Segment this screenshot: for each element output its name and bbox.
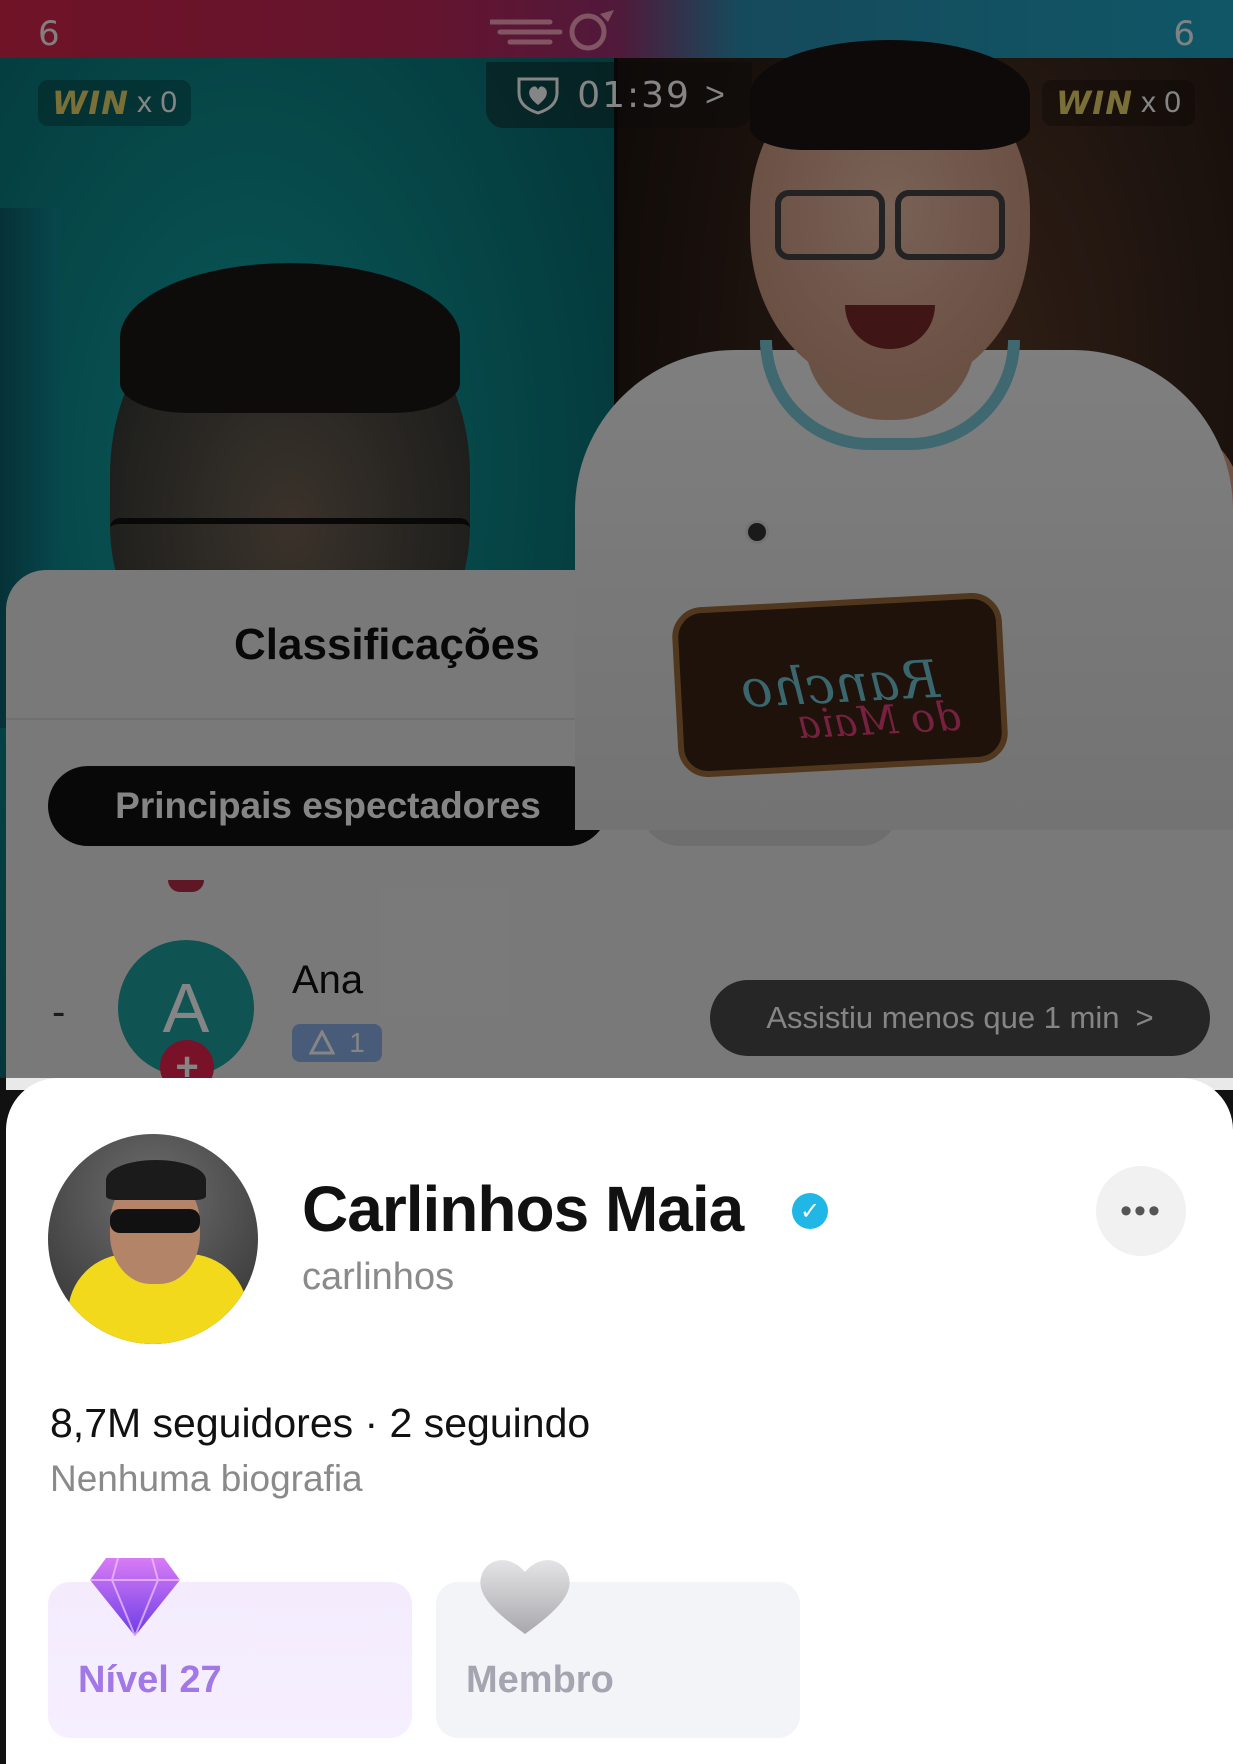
avatar[interactable] [48, 1134, 258, 1344]
heart-shield-icon [517, 77, 559, 115]
presenter-glasses-left [775, 190, 885, 260]
profile-handle: carlinhos [302, 1256, 455, 1298]
heart-icon [480, 1560, 570, 1634]
win-count-left: x 0 [136, 86, 178, 119]
level-label: Nível 27 [78, 1659, 222, 1701]
profile-bio: Nenhuma biografia [50, 1458, 363, 1499]
more-options-button[interactable]: ••• [1096, 1166, 1186, 1256]
presenter-hair [750, 40, 1030, 150]
verified-icon: ✓ [792, 1193, 828, 1229]
triangle-icon [309, 1030, 336, 1055]
tab-top-viewers[interactable]: Principais espectadores [48, 766, 608, 846]
rankings-title: Classificações [234, 620, 540, 669]
watch-time-text: Assistiu menos que 1 min [766, 1000, 1120, 1035]
win-word: WIN [52, 84, 129, 122]
level-card[interactable]: Nível 27 [48, 1557, 412, 1738]
shirt-logo-sub: do Maia [795, 693, 963, 749]
presenter-glasses-right [895, 190, 1005, 260]
win-badge-left: WIN x 0 [38, 80, 192, 126]
shirt-logo: Rancho do Maia [670, 591, 1010, 779]
viewer-name[interactable]: Ana [292, 958, 363, 1003]
avatar-hair [106, 1160, 206, 1200]
left-host-glasses [110, 518, 470, 552]
score-left: 6 [38, 14, 60, 54]
level-badge: 1 [292, 1024, 382, 1062]
follower-stats[interactable]: 8,7M seguidores · 2 seguindo [50, 1400, 590, 1447]
left-host-hair [120, 263, 460, 413]
rank-number: - [52, 990, 66, 1034]
watch-time-pill[interactable]: Assistiu menos que 1 min > [710, 980, 1210, 1056]
mic-icon [745, 520, 769, 544]
avatar-sunglasses [110, 1209, 200, 1233]
diamond-icon [90, 1557, 180, 1637]
presenter-overlay: Rancho do Maia [575, 40, 1233, 830]
chevron-right-icon: > [1135, 1000, 1154, 1035]
profile-name: Carlinhos Maia [302, 1173, 744, 1245]
member-label: Membro [466, 1659, 614, 1701]
level-badge-number: 1 [349, 1027, 365, 1058]
member-card[interactable]: Membro [436, 1560, 800, 1738]
